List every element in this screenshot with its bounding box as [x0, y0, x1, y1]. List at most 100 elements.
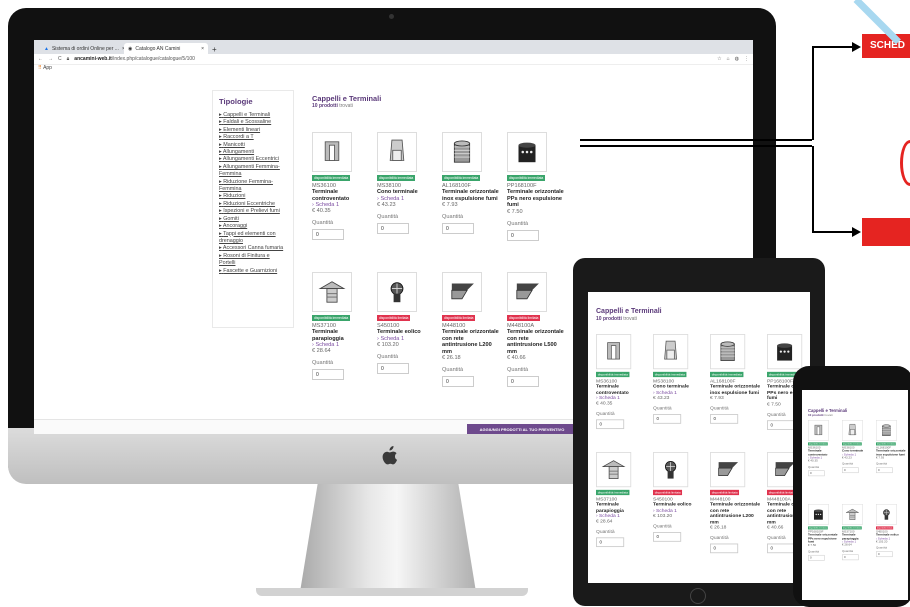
product-image[interactable]	[710, 452, 746, 488]
product-name[interactable]: Terminale orizzontale PPs nero espulsion…	[507, 189, 565, 209]
product-price: € 40.66	[507, 355, 526, 362]
product-name[interactable]: Terminale parapioggia	[312, 329, 370, 342]
product-image[interactable]	[507, 272, 547, 312]
product-image[interactable]	[808, 420, 829, 441]
product-image[interactable]	[507, 132, 547, 172]
sidebar-item[interactable]: ▸ Riduzioni	[219, 193, 287, 200]
product-name[interactable]: Terminale parapioggia	[842, 534, 872, 541]
sidebar-item[interactable]: ▸ Allungamenti Eccentrici	[219, 156, 287, 163]
quantity-input[interactable]: 0	[442, 376, 474, 388]
product-name[interactable]: Terminale orizzontale con rete antintrus…	[710, 502, 761, 525]
quantity-input[interactable]: 0	[767, 420, 796, 430]
product-image[interactable]	[596, 334, 632, 370]
sidebar-item[interactable]: ▸ Manicotti	[219, 142, 287, 149]
sidebar-item[interactable]: ▸ Riduzioni Eccentriche	[219, 201, 287, 208]
sidebar-item[interactable]: ▸ Cappelli e Terminali	[219, 112, 287, 119]
product-name[interactable]: Terminale parapioggia	[596, 502, 647, 514]
home-button[interactable]	[690, 588, 706, 604]
product-image[interactable]	[377, 272, 417, 312]
sidebar-item[interactable]: ▸ Allungamenti Femmina-Femmina	[219, 164, 287, 179]
new-tab-button[interactable]: +	[212, 45, 217, 54]
product-name[interactable]: Terminale controventato	[596, 384, 647, 396]
browser-tab-1[interactable]: ▲ Sistema di ordini Online per ... ×	[40, 43, 124, 54]
quantity-input[interactable]: 0	[596, 419, 625, 430]
product-image[interactable]	[876, 420, 897, 441]
sidebar-item[interactable]: ▸ Rosoni di Finitura e Portelli	[219, 253, 287, 268]
quantity-input[interactable]: 0	[808, 470, 825, 477]
sidebar-item[interactable]: ▸ Accessori Canna fumaria	[219, 245, 287, 252]
quantity-input[interactable]: 0	[876, 551, 893, 557]
product-image[interactable]	[442, 272, 482, 312]
product-name[interactable]: Terminale orizzontale inox espulsione fu…	[710, 384, 761, 396]
close-icon[interactable]: ×	[201, 46, 204, 52]
sidebar-item[interactable]: ▸ Fascette e Guarnizioni	[219, 268, 287, 275]
browser-tab-2[interactable]: ◉ Catalogo AN Camini ×	[124, 43, 208, 54]
quantity-input[interactable]: 0	[653, 531, 682, 542]
product-image[interactable]	[808, 504, 829, 525]
product-image[interactable]	[710, 334, 746, 370]
product-image[interactable]	[842, 420, 863, 441]
product-name[interactable]: Terminale controventato	[808, 450, 838, 457]
sidebar-item[interactable]: ▸ Riduzione Femmina-Femmina	[219, 179, 287, 194]
sidebar-item[interactable]: ▸ Tappi ed elementi con drenaggio	[219, 231, 287, 246]
quantity-input[interactable]: 0	[808, 554, 825, 561]
product-card: disponibilità immediata MS38100 Cono termi…	[377, 132, 435, 234]
apps-icon[interactable]: ⠿	[38, 65, 42, 71]
sidebar-item[interactable]: ▸ Faldali e Scossaline	[219, 119, 287, 126]
product-image[interactable]	[596, 452, 632, 488]
profile-icon[interactable]: ◍	[735, 56, 739, 62]
reload-icon[interactable]: C	[58, 56, 62, 62]
quantity-input[interactable]: 0	[710, 414, 739, 424]
quantity-input[interactable]: 0	[507, 376, 539, 388]
product-image[interactable]	[312, 272, 352, 312]
product-image[interactable]	[442, 132, 482, 172]
product-image[interactable]	[876, 504, 897, 525]
product-name[interactable]: Terminale orizzontale con rete antintrus…	[442, 329, 500, 355]
quantity-input[interactable]: 0	[312, 229, 344, 241]
extension-icon[interactable]: ⌂	[727, 56, 730, 62]
quantity-input[interactable]: 0	[767, 543, 796, 554]
menu-icon[interactable]: ⋮	[744, 56, 749, 62]
product-image[interactable]	[653, 334, 689, 370]
url-field[interactable]: ancamini-web.it/index.php/catalogue/cata…	[74, 56, 195, 62]
bookmark-apps[interactable]: App	[43, 65, 52, 71]
star-icon[interactable]: ☆	[717, 56, 721, 62]
product-price: € 43.23	[653, 395, 670, 401]
quantity-input[interactable]: 0	[442, 223, 474, 235]
product-name[interactable]: Terminale controventato	[312, 189, 370, 202]
forward-icon[interactable]: →	[48, 56, 53, 62]
product-price: € 40.35	[596, 401, 613, 407]
quantity-input[interactable]: 0	[710, 543, 739, 554]
back-icon[interactable]: ←	[38, 56, 43, 62]
quantity-input[interactable]: 0	[876, 467, 893, 474]
sidebar-item[interactable]: ▸ Allungamenti	[219, 149, 287, 156]
sidebar-item[interactable]: ▸ Ancoraggi	[219, 223, 287, 230]
add-to-quote-button[interactable]: AGGIUNGI PRODOTTI AL TUO PREVENTIVO	[467, 424, 577, 434]
product-name[interactable]: Terminale eolico	[377, 329, 435, 336]
quantity-input[interactable]: 0	[596, 537, 625, 548]
product-name[interactable]: Terminale orizzontale PPs nero espulsion…	[808, 534, 838, 544]
product-image[interactable]	[312, 132, 352, 172]
sidebar-item[interactable]: ▸ Gomiti	[219, 216, 287, 223]
quantity-input[interactable]: 0	[377, 222, 409, 234]
product-price: € 43.23	[377, 201, 396, 208]
product-image[interactable]	[767, 334, 803, 370]
product-image[interactable]	[377, 132, 417, 172]
product-name[interactable]: Terminale orizzontale inox espulsione fu…	[876, 450, 906, 457]
quantity-input[interactable]: 0	[842, 467, 859, 473]
product-image[interactable]	[842, 504, 863, 525]
triangle-icon: ▲	[44, 45, 49, 52]
product-name[interactable]: Terminale orizzontale inox espulsione fu…	[442, 189, 500, 202]
product-image[interactable]	[653, 452, 689, 488]
quantity-input[interactable]: 0	[507, 229, 539, 241]
sidebar-item[interactable]: ▸ Ispezioni e Prelievi fumi	[219, 208, 287, 215]
sidebar-item[interactable]: ▸ Elementi lineari	[219, 127, 287, 134]
quantity-input[interactable]: 0	[312, 369, 344, 381]
quantity-input[interactable]: 0	[842, 554, 859, 561]
quantity-input[interactable]: 0	[653, 413, 682, 424]
quantity-input[interactable]: 0	[377, 362, 409, 374]
sidebar-item[interactable]: ▸ Raccordi a T	[219, 134, 287, 141]
sidebar-item-label: Ispezioni e Prelievi fumi	[223, 208, 280, 215]
product-name[interactable]: Terminale orizzontale con rete antintrus…	[507, 329, 565, 355]
product-name[interactable]: Cono terminale	[377, 189, 435, 196]
